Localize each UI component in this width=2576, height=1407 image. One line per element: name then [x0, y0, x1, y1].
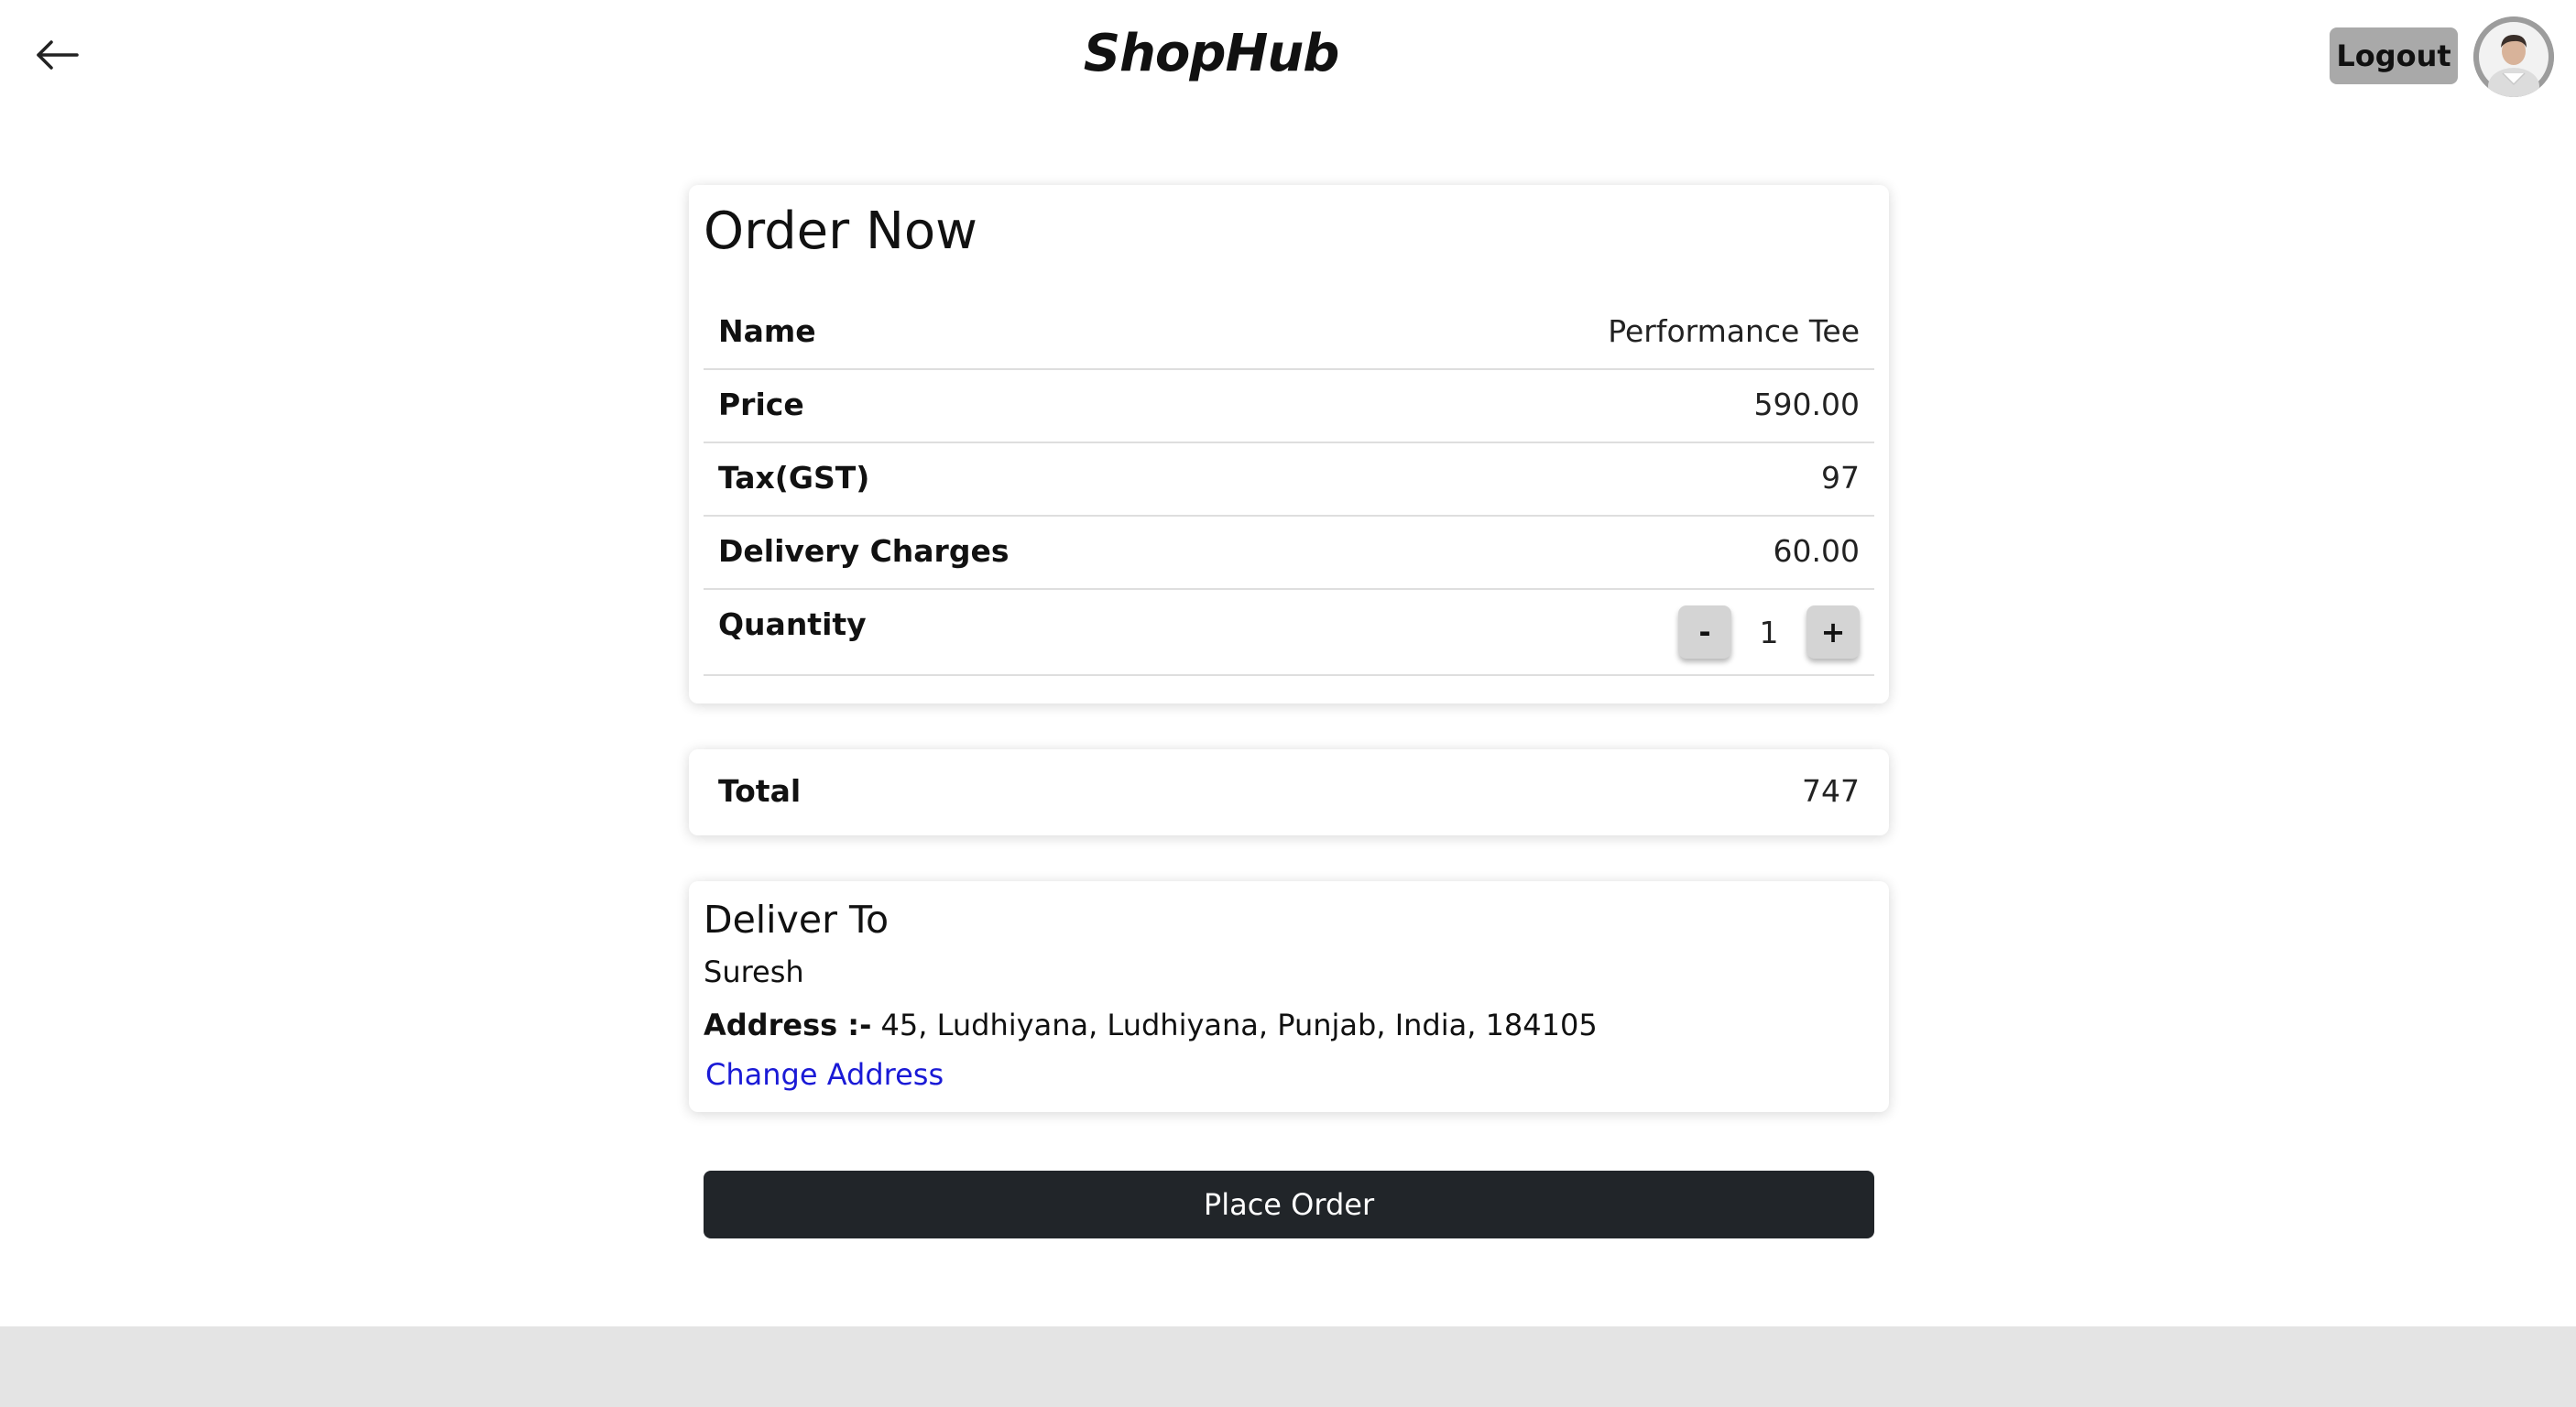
product-name-value: Performance Tee: [1608, 313, 1860, 349]
total-value: 747: [1802, 773, 1860, 809]
order-title: Order Now: [704, 202, 977, 261]
increment-button[interactable]: +: [1806, 605, 1860, 659]
quantity-value: 1: [1759, 614, 1779, 650]
order-row-tax: Tax(GST) 97: [704, 443, 1874, 517]
row-label: Name: [718, 313, 816, 349]
avatar-icon: [2473, 16, 2554, 97]
deliver-to-title: Deliver To: [704, 898, 890, 942]
order-row-name: Name Performance Tee: [704, 297, 1874, 370]
address-label: Address :-: [704, 1008, 872, 1042]
total-label: Total: [718, 773, 802, 809]
decrement-button[interactable]: -: [1678, 605, 1731, 659]
address-value: 45, Ludhiyana, Ludhiyana, Punjab, India,…: [871, 1008, 1598, 1042]
brand-logo[interactable]: ShopHub: [0, 24, 2422, 83]
user-avatar[interactable]: [2473, 16, 2554, 97]
row-label: Quantity: [718, 606, 867, 642]
change-address-link[interactable]: Change Address: [705, 1057, 944, 1092]
quantity-stepper: - 1 +: [1678, 605, 1860, 660]
row-label: Price: [718, 387, 804, 422]
row-label: Tax(GST): [718, 460, 870, 496]
order-row-quantity: Quantity - 1 +: [704, 590, 1874, 676]
row-label: Delivery Charges: [718, 533, 1010, 569]
total-card: Total 747: [689, 749, 1889, 835]
place-order-button[interactable]: Place Order: [704, 1171, 1874, 1238]
recipient-name: Suresh: [704, 954, 804, 989]
top-header: ShopHub Logout: [0, 0, 2576, 119]
order-row-price: Price 590.00: [704, 370, 1874, 443]
order-card: Order Now Name Performance Tee Price 590…: [689, 185, 1889, 704]
footer: [0, 1326, 2576, 1407]
tax-value: 97: [1821, 460, 1860, 496]
delivery-charges-value: 60.00: [1773, 533, 1860, 569]
price-value: 590.00: [1753, 387, 1860, 422]
order-details-table: Name Performance Tee Price 590.00 Tax(GS…: [704, 297, 1874, 676]
delivery-card: Deliver To Suresh Address :- 45, Ludhiya…: [689, 881, 1889, 1112]
address-line: Address :- 45, Ludhiyana, Ludhiyana, Pun…: [704, 1008, 1598, 1042]
order-row-delivery: Delivery Charges 60.00: [704, 517, 1874, 590]
logout-button[interactable]: Logout: [2330, 27, 2458, 84]
